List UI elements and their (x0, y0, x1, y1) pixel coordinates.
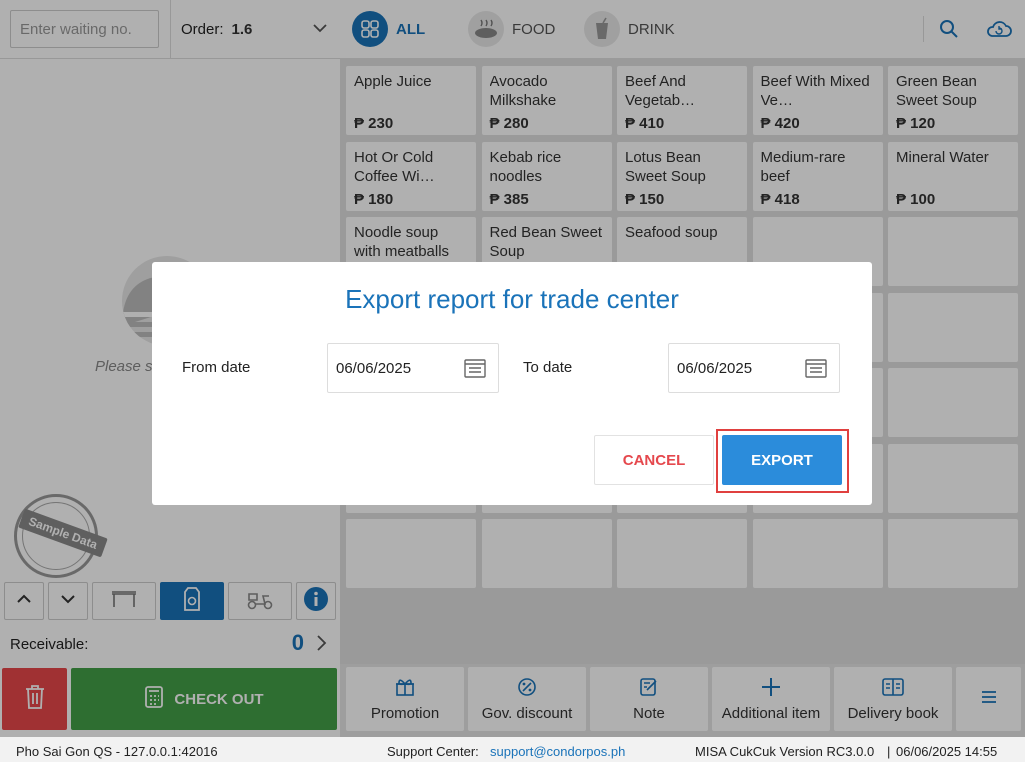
from-date-label: From date (182, 359, 251, 376)
to-date-label: To date (523, 359, 573, 376)
store-info: Pho Sai Gon QS - 127.0.0.1:42016 (16, 744, 218, 759)
status-bar: Pho Sai Gon QS - 127.0.0.1:42016 Support… (0, 737, 1025, 762)
version-info: MISA CukCuk Version RC3.0.0 (695, 744, 875, 759)
export-report-dialog: Export report for trade center From date… (152, 262, 872, 505)
calendar-icon[interactable] (464, 358, 486, 382)
dialog-title: Export report for trade center (345, 284, 679, 314)
support-label: Support Center: (387, 744, 479, 759)
from-date-field[interactable]: 06/06/2025 (327, 343, 499, 393)
to-date-value: 06/06/2025 (677, 359, 753, 377)
separator: | (887, 744, 891, 759)
from-date-value: 06/06/2025 (336, 359, 412, 377)
calendar-icon[interactable] (805, 358, 827, 382)
status-datetime: 06/06/2025 14:55 (896, 744, 998, 759)
export-button[interactable]: EXPORT (722, 435, 842, 485)
cancel-button[interactable]: CANCEL (594, 435, 714, 485)
to-date-field[interactable]: 06/06/2025 (668, 343, 840, 393)
support-email-link[interactable]: support@condorpos.ph (490, 744, 625, 759)
